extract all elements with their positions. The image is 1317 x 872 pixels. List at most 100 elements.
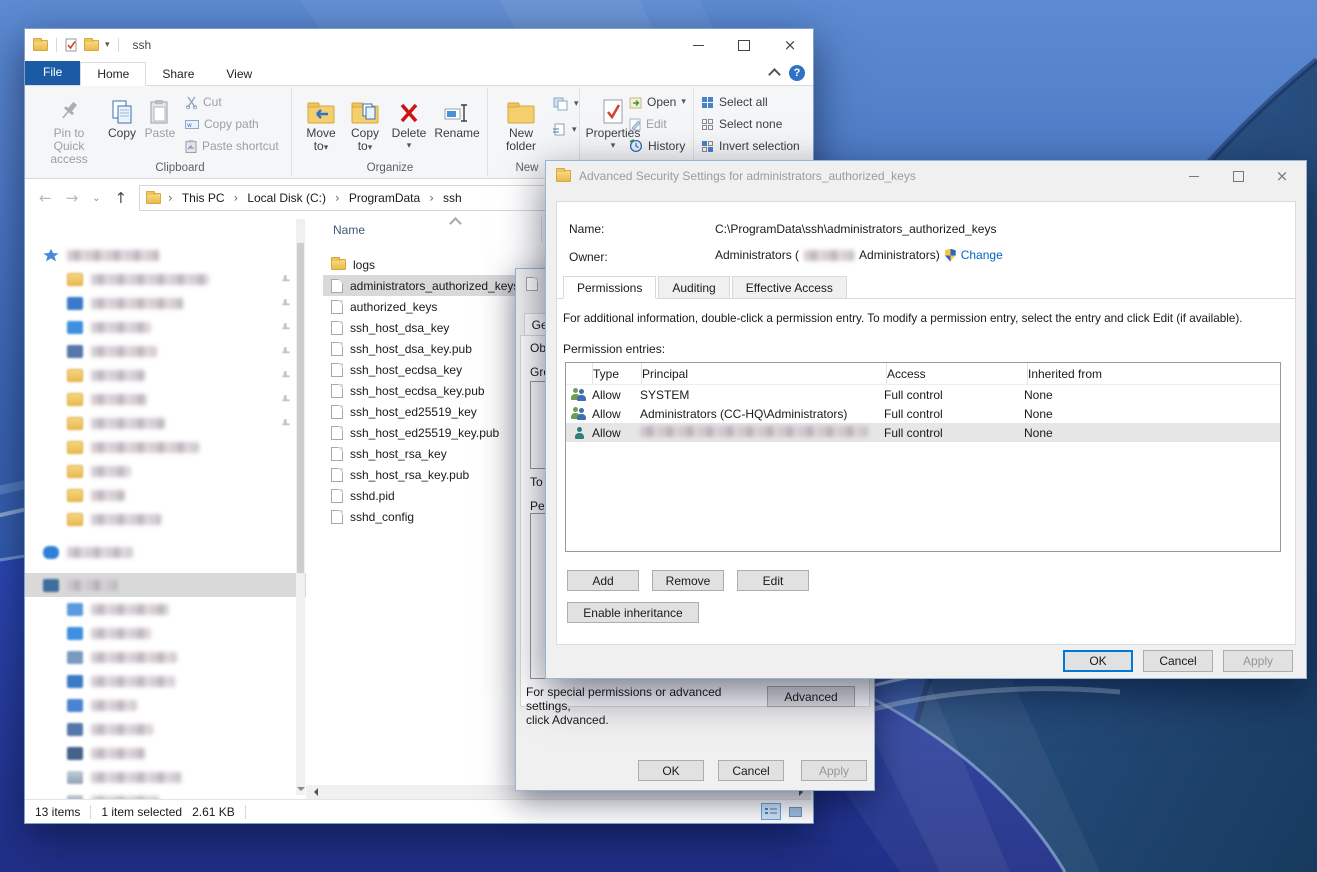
remove-button[interactable]: Remove <box>652 570 724 591</box>
tab-share[interactable]: Share <box>146 63 210 85</box>
move-to-button[interactable]: Move to▾ <box>301 91 341 155</box>
rename-button[interactable]: Rename <box>433 91 481 140</box>
sidebar-item[interactable] <box>25 459 306 483</box>
tab-permissions[interactable]: Permissions <box>563 276 656 299</box>
sidebar-item[interactable] <box>25 435 306 459</box>
properties-ok-button[interactable]: OK <box>638 760 704 781</box>
file-row[interactable]: ssh_host_ecdsa_key <box>323 359 545 380</box>
pin-to-quick-access-button[interactable]: Pin to Quick access <box>39 91 99 166</box>
paste-button[interactable]: Paste <box>143 91 177 140</box>
sidebar-item[interactable] <box>25 789 306 799</box>
file-row[interactable]: authorized_keys <box>323 296 545 317</box>
sidebar-item[interactable] <box>25 645 306 669</box>
copy-path-button[interactable]: w Copy path <box>185 114 259 134</box>
sidebar-item[interactable] <box>25 483 306 507</box>
invert-selection-button[interactable]: Invert selection <box>701 136 800 156</box>
breadcrumb-this-pc[interactable]: This PC <box>180 191 227 205</box>
cancel-button[interactable]: Cancel <box>1143 650 1213 672</box>
paste-shortcut-button[interactable]: Paste shortcut <box>185 136 279 156</box>
sidebar-item[interactable] <box>25 387 306 411</box>
maximize-button[interactable] <box>721 29 767 61</box>
col-principal[interactable]: Principal <box>642 363 887 384</box>
sidebar-item[interactable] <box>25 243 306 267</box>
sidebar-item[interactable] <box>25 540 306 564</box>
sidebar-item[interactable] <box>25 315 306 339</box>
new-item-button[interactable]: ▾ <box>553 94 579 114</box>
file-row[interactable]: ssh_host_ecdsa_key.pub <box>323 380 545 401</box>
details-view-button[interactable] <box>761 803 781 820</box>
edit-button[interactable]: Edit <box>737 570 809 591</box>
tab-effective-access[interactable]: Effective Access <box>732 276 847 299</box>
advanced-button[interactable]: Advanced <box>767 686 855 707</box>
recent-locations-icon[interactable]: ⌄ <box>92 193 100 204</box>
sidebar-item[interactable] <box>25 291 306 315</box>
change-owner-link[interactable]: Change <box>961 248 1003 262</box>
copy-button[interactable]: Copy <box>105 91 139 140</box>
col-inherited-from[interactable]: Inherited from <box>1028 367 1280 381</box>
sidebar-item[interactable] <box>25 741 306 765</box>
permission-entry-row[interactable]: AllowFull controlNone <box>566 423 1280 442</box>
history-button[interactable]: History <box>629 136 685 156</box>
file-row[interactable]: ssh_host_rsa_key <box>323 443 545 464</box>
copy-to-button[interactable]: Copy to▾ <box>345 91 385 155</box>
file-row[interactable]: ssh_host_ed25519_key <box>323 401 545 422</box>
select-all-button[interactable]: Select all <box>701 92 768 112</box>
back-button[interactable]: ← <box>39 189 52 207</box>
nav-scrollbar-down-arrow[interactable] <box>297 787 305 795</box>
new-folder-qat-icon[interactable] <box>84 40 99 51</box>
up-button[interactable]: ↑ <box>115 189 128 207</box>
sidebar-item[interactable] <box>25 339 306 363</box>
col-type[interactable]: Type <box>593 363 642 384</box>
delete-button[interactable]: Delete▾ <box>389 91 429 153</box>
new-folder-button[interactable]: New folder <box>495 91 547 153</box>
tab-auditing[interactable]: Auditing <box>658 276 729 299</box>
sidebar-item[interactable] <box>25 693 306 717</box>
collapse-ribbon-icon[interactable] <box>768 68 781 81</box>
column-divider[interactable] <box>541 217 542 243</box>
sidebar-item[interactable] <box>25 507 306 531</box>
thumbnails-view-button[interactable] <box>785 803 805 820</box>
breadcrumb-programdata[interactable]: ProgramData <box>347 191 422 205</box>
column-header-name[interactable]: Name <box>333 223 365 237</box>
file-row[interactable]: administrators_authorized_keys <box>323 275 545 296</box>
file-row[interactable]: sshd.pid <box>323 485 545 506</box>
breadcrumb-local-disk[interactable]: Local Disk (C:) <box>245 191 328 205</box>
col-access[interactable]: Access <box>887 363 1028 384</box>
sidebar-item[interactable] <box>25 621 306 645</box>
file-row[interactable]: ssh_host_rsa_key.pub <box>323 464 545 485</box>
qat-dropdown-icon[interactable]: ▾ <box>105 40 110 50</box>
dialog-close-button[interactable]: × <box>1260 161 1304 191</box>
sidebar-item[interactable] <box>25 669 306 693</box>
enable-inheritance-button[interactable]: Enable inheritance <box>567 602 699 623</box>
breadcrumb-ssh[interactable]: ssh <box>441 191 464 205</box>
permission-entry-row[interactable]: AllowSYSTEMFull controlNone <box>566 385 1280 404</box>
sidebar-item[interactable] <box>25 765 306 789</box>
tab-file[interactable]: File <box>25 61 80 85</box>
file-row[interactable]: ssh_host_ed25519_key.pub <box>323 422 545 443</box>
sidebar-item[interactable] <box>25 363 306 387</box>
sidebar-item[interactable] <box>25 573 306 597</box>
sidebar-item[interactable] <box>25 267 306 291</box>
help-icon[interactable]: ? <box>789 65 805 81</box>
scroll-left-arrow[interactable] <box>310 788 318 796</box>
dialog-minimize-button[interactable] <box>1172 161 1216 191</box>
sidebar-item[interactable] <box>25 411 306 435</box>
nav-pane-scrollbar[interactable] <box>296 219 305 795</box>
ok-button[interactable]: OK <box>1063 650 1133 672</box>
add-button[interactable]: Add <box>567 570 639 591</box>
minimize-button[interactable] <box>675 29 721 61</box>
tab-view[interactable]: View <box>210 63 268 85</box>
file-row[interactable]: ssh_host_dsa_key.pub <box>323 338 545 359</box>
file-row[interactable]: sshd_config <box>323 506 545 527</box>
sidebar-item[interactable] <box>25 717 306 741</box>
tab-home[interactable]: Home <box>80 62 146 86</box>
select-none-button[interactable]: Select none <box>701 114 782 134</box>
easy-access-button[interactable]: ▾ <box>553 120 577 140</box>
forward-button[interactable]: → <box>66 189 79 207</box>
dialog-maximize-button[interactable] <box>1216 161 1260 191</box>
file-row[interactable]: logs <box>323 254 545 275</box>
permission-entry-row[interactable]: AllowAdministrators (CC-HQ\Administrator… <box>566 404 1280 423</box>
cut-button[interactable]: Cut <box>185 92 222 112</box>
file-row[interactable]: ssh_host_dsa_key <box>323 317 545 338</box>
edit-button[interactable]: Edit <box>629 114 667 134</box>
